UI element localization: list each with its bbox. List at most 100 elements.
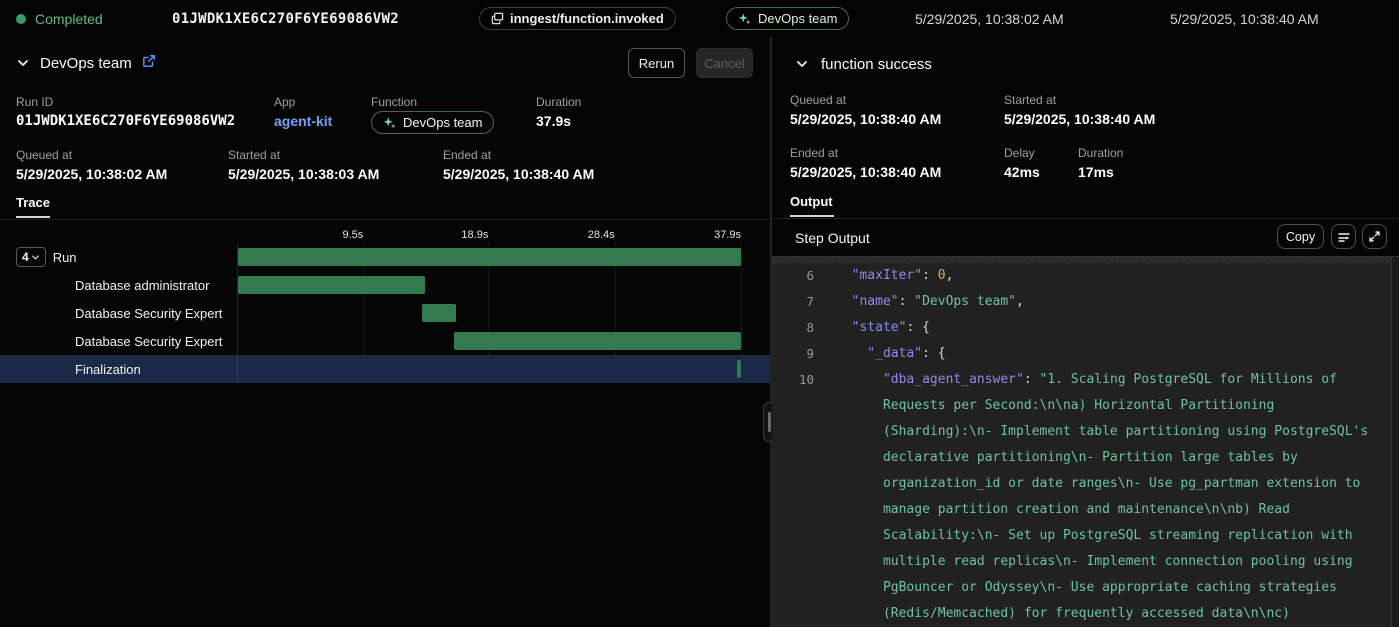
trace-row-chart [237,327,741,355]
axis-tick-label: 9.5s [343,229,364,241]
trace-span-bar[interactable] [238,248,741,266]
trace-span-bar[interactable] [238,276,425,294]
field-app: App agent-kit [274,95,332,129]
field-step-duration: Duration 17ms [1078,146,1123,180]
line-number: 8 [772,315,814,341]
code-token: , [1016,294,1024,309]
code-token: "state" [852,320,907,335]
trace-row[interactable]: Database Security Expert [0,327,770,355]
run-trace-panel: DevOps team Rerun Cancel Run ID 01JWDK1X… [0,37,770,627]
trace-span-bar[interactable] [454,332,741,350]
code-line: 10"dba_agent_answer": "1. Scaling Postgr… [772,367,1399,627]
inngest-run-details-window: Completed 01JWDK1XE6C270F6YE69086VW2 inn… [0,0,1399,627]
step-panel-title: function success [821,56,932,73]
field-ended-at: Ended at 5/29/2025, 10:38:40 AM [443,148,594,182]
line-number: 9 [772,341,814,367]
word-wrap-icon [1337,230,1351,244]
field-step-queued: Queued at 5/29/2025, 10:38:40 AM [790,93,941,127]
trace-row-label: Database Security Expert [0,306,237,321]
axis-tick-label: 37.9s [714,229,741,241]
code-token: "dba_agent_answer" [883,372,1024,387]
run-id-value: 01JWDK1XE6C270F6YE69086VW2 [16,113,235,129]
step-output-title: Step Output [795,230,870,246]
field-duration: Duration 37.9s [536,95,581,129]
span-count-dropdown[interactable]: 4 [16,247,46,267]
trace-row[interactable]: Database Security Expert [0,299,770,327]
trace-row[interactable]: Finalization [0,355,770,383]
trace-row-label: Database administrator [0,278,237,293]
copy-button[interactable]: Copy [1277,224,1324,249]
status-label: Completed [35,11,103,27]
external-link-icon[interactable] [142,54,156,73]
trace-row[interactable]: Database administrator [0,271,770,299]
event-badge[interactable]: inngest/function.invoked [479,0,676,37]
trace-row-chart [237,243,741,271]
field-started-at: Started at 5/29/2025, 10:38:03 AM [228,148,379,182]
code-token: "name" [852,294,899,309]
function-badge[interactable]: DevOps team [371,111,494,134]
trace-span-bar[interactable] [422,304,455,322]
event-icon [491,12,504,25]
active-tab-underline [16,216,50,218]
axis-tick-label: 18.9s [461,229,488,241]
field-run-id: Run ID 01JWDK1XE6C270F6YE69086VW2 [16,95,235,129]
tabs-divider [0,219,770,220]
status-dot-icon [16,14,26,24]
timeline-rows: 4Run Database administrator Database Secur… [0,243,770,383]
code-token: "1. Scaling PostgreSQL for Millions of R… [883,372,1376,627]
topbar-queued-time: 5/29/2025, 10:38:02 AM [915,0,1064,37]
word-wrap-button[interactable] [1331,224,1356,249]
field-function: Function DevOps team [371,95,494,135]
trace-row[interactable]: 4Run [0,243,770,271]
code-line: 8"state": { [772,315,1399,341]
step-detail-panel: function success Queued at 5/29/2025, 10… [772,37,1399,627]
code-token: , [946,268,954,283]
trace-row-label: 4Run [0,247,237,267]
active-tab-underline [790,215,834,217]
expand-icon [1368,230,1381,243]
sparkle-icon [738,12,752,26]
trace-row-chart [237,299,741,327]
code-token: : [899,294,915,309]
cancel-button[interactable]: Cancel [696,48,753,78]
topbar-ended-time: 5/29/2025, 10:38:40 AM [1170,0,1319,37]
line-number: 6 [772,263,814,289]
run-status: Completed [16,0,103,37]
sparkle-icon [383,116,397,130]
code-scrollbar[interactable] [1391,257,1399,627]
run-summary-topbar: Completed 01JWDK1XE6C270F6YE69086VW2 inn… [0,0,1399,37]
line-number: 7 [772,289,814,315]
field-step-ended: Ended at 5/29/2025, 10:38:40 AM [790,146,941,180]
step-output-code-viewer[interactable]: 6 "maxIter": 0, 7 "name": "DevOps team", 8 "s… [772,256,1399,627]
rerun-button[interactable]: Rerun [628,48,685,78]
app-link[interactable]: agent-kit [274,113,332,129]
trace-row-label: Finalization [0,362,237,377]
code-content: "dba_agent_answer": "1. Scaling PostgreS… [836,367,1373,627]
code-token: 0 [938,268,946,283]
trace-span-bar[interactable] [737,360,741,378]
trace-row-label: Database Security Expert [0,334,237,349]
trace-timeline: 4Run Database administrator Database Secur… [0,243,770,383]
expand-button[interactable] [1362,224,1387,249]
tab-trace[interactable]: Trace [16,195,50,218]
collapse-step-chevron-icon[interactable] [795,57,809,71]
field-step-delay: Delay 42ms [1004,146,1040,180]
code-token: : [922,268,938,283]
code-token: "DevOps team" [914,294,1016,309]
collapse-run-chevron-icon[interactable] [16,56,30,70]
code-line: 7 "name": "DevOps team", [772,289,1399,315]
tabs-divider [772,218,1399,219]
code-line: 6 "maxIter": 0, [772,263,1399,289]
code-content: "_data": { [836,341,1373,367]
tab-output[interactable]: Output [790,194,834,217]
code-token: "_data" [867,346,922,361]
topbar-function-badge[interactable]: DevOps team [726,0,849,37]
field-queued-at: Queued at 5/29/2025, 10:38:02 AM [16,148,167,182]
code-token: "maxIter" [852,268,922,283]
line-number: 10 [772,367,814,627]
code-line: 9 "_data": { [772,341,1399,367]
step-output-toolbar: Step Output Copy [772,222,1399,256]
code-content: "name": "DevOps team", [836,289,1373,315]
topbar-run-id: 01JWDK1XE6C270F6YE69086VW2 [172,0,399,37]
trace-row-chart [237,355,741,383]
